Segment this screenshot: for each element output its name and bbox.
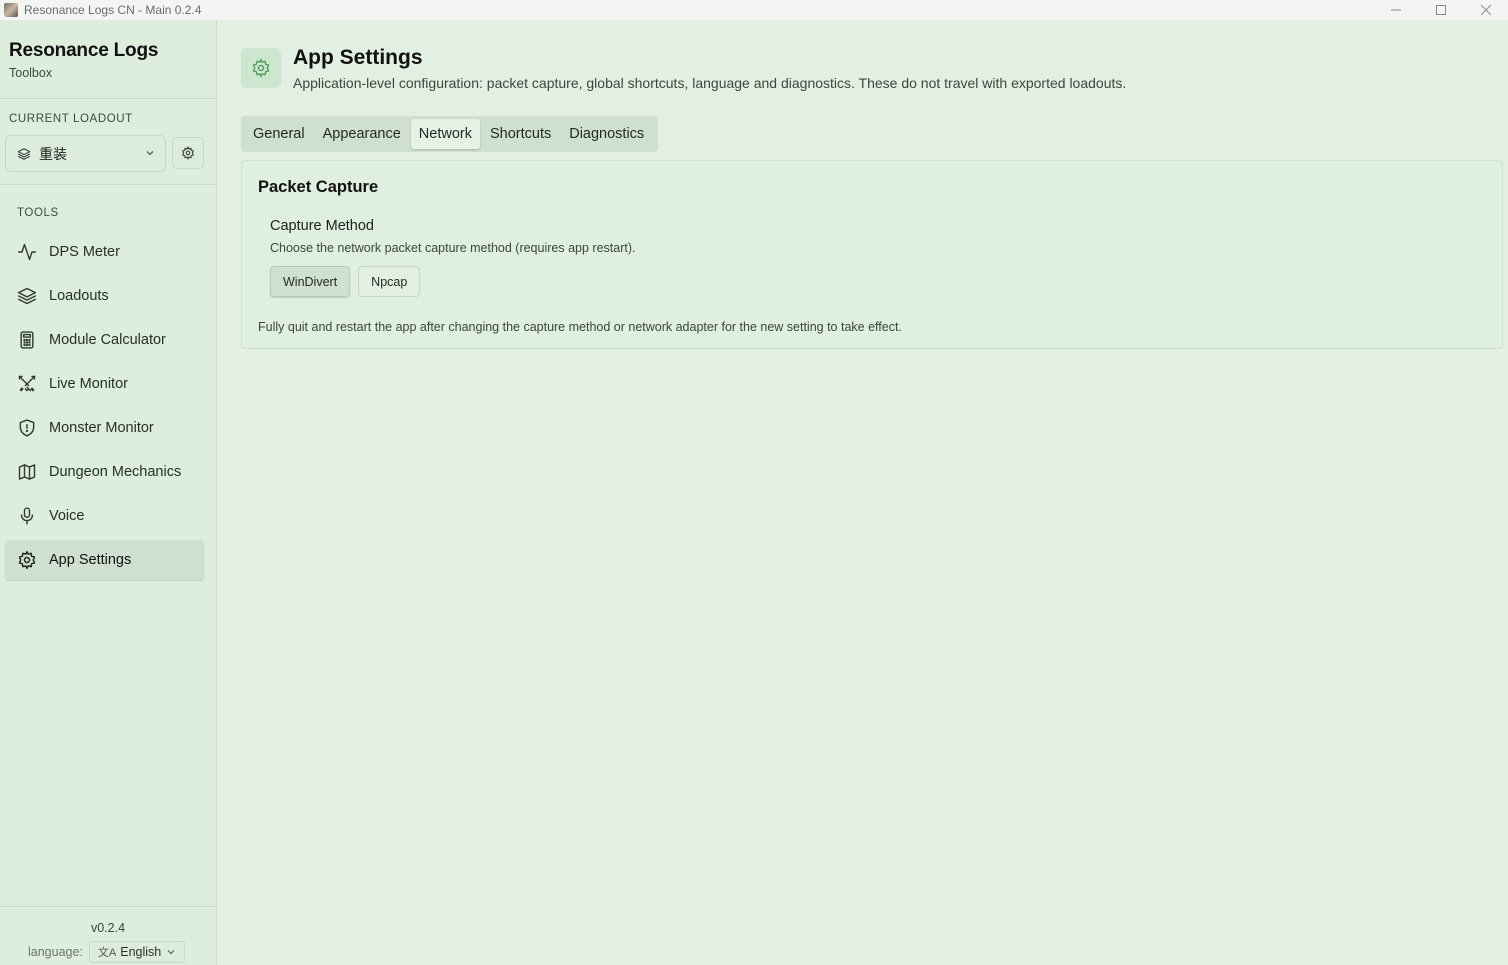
- loadout-value: 重装: [39, 145, 67, 162]
- app-icon: [4, 3, 18, 17]
- maximize-icon: [1435, 5, 1446, 15]
- sidebar-item-loadouts[interactable]: Loadouts: [5, 276, 204, 316]
- settings-tabs: General Appearance Network Shortcuts Dia…: [241, 116, 659, 152]
- sidebar-item-dungeon-mechanics[interactable]: Dungeon Mechanics: [5, 452, 204, 492]
- capture-method-help: Choose the network packet capture method…: [270, 241, 636, 255]
- sidebar-item-app-settings[interactable]: App Settings: [5, 540, 204, 580]
- activity-icon: [17, 242, 37, 262]
- tab-general[interactable]: General: [245, 119, 313, 149]
- sidebar-item-label: App Settings: [49, 552, 132, 568]
- sidebar-item-module-calculator[interactable]: Module Calculator: [5, 320, 204, 360]
- gear-icon: [252, 58, 270, 78]
- current-loadout-label: CURRENT LOADOUT: [9, 113, 133, 125]
- language-row: language: 文A English: [28, 941, 186, 963]
- packet-capture-card: Packet Capture Capture Method Choose the…: [241, 160, 1503, 349]
- sidebar-item-label: DPS Meter: [49, 244, 120, 260]
- sidebar-item-dps-meter[interactable]: DPS Meter: [5, 232, 204, 272]
- packet-capture-title: Packet Capture: [258, 178, 379, 196]
- sidebar-nav: DPS Meter Loadouts Module Calculator Liv…: [5, 232, 204, 584]
- tab-network[interactable]: Network: [410, 119, 480, 149]
- brand-subtitle: Toolbox: [9, 66, 53, 80]
- minimize-icon: [1390, 9, 1401, 11]
- brand-title: Resonance Logs: [9, 40, 159, 61]
- calculator-icon: [17, 330, 37, 350]
- sidebar-footer: v0.2.4 language: 文A English: [0, 906, 216, 965]
- sidebar-item-label: Dungeon Mechanics: [49, 464, 182, 480]
- close-button[interactable]: [1463, 0, 1508, 20]
- npcap-option-button[interactable]: Npcap: [358, 266, 421, 297]
- tab-shortcuts[interactable]: Shortcuts: [482, 119, 559, 149]
- settings-header-icon: [241, 48, 281, 88]
- sidebar-item-label: Loadouts: [49, 288, 109, 304]
- brand: Resonance Logs Toolbox: [0, 20, 216, 99]
- sidebar-item-live-monitor[interactable]: Live Monitor: [5, 364, 204, 404]
- sidebar-item-label: Monster Monitor: [49, 420, 154, 436]
- gear-icon: [182, 146, 194, 160]
- page-title: App Settings: [293, 46, 423, 69]
- close-icon: [1480, 4, 1491, 16]
- gear-icon: [17, 550, 37, 570]
- restart-note: Fully quit and restart the app after cha…: [258, 320, 902, 334]
- microphone-icon: [17, 506, 37, 526]
- minimize-button[interactable]: [1373, 0, 1418, 20]
- sidebar-item-monster-monitor[interactable]: Monster Monitor: [5, 408, 204, 448]
- language-select[interactable]: 文A English: [88, 941, 186, 963]
- layers-icon: [17, 286, 37, 306]
- loadout-settings-button[interactable]: [172, 137, 204, 169]
- shield-icon: [17, 418, 37, 438]
- maximize-button[interactable]: [1418, 0, 1463, 20]
- window-title: Resonance Logs CN - Main 0.2.4: [24, 3, 202, 17]
- language-label: language:: [28, 945, 83, 959]
- windivert-option-button[interactable]: WinDivert: [270, 266, 351, 297]
- sidebar: Resonance Logs Toolbox CURRENT LOADOUT 重…: [0, 20, 217, 965]
- sidebar-item-label: Live Monitor: [49, 376, 128, 392]
- chevron-down-icon: [167, 950, 175, 955]
- app-version: v0.2.4: [90, 921, 126, 935]
- swords-icon: [17, 374, 37, 394]
- window-titlebar: Resonance Logs CN - Main 0.2.4: [0, 0, 1508, 20]
- sidebar-item-voice[interactable]: Voice: [5, 496, 204, 536]
- page-description: Application-level configuration: packet …: [293, 75, 1127, 91]
- capture-method-label: Capture Method: [270, 218, 374, 234]
- sidebar-item-label: Voice: [49, 508, 85, 524]
- chevron-down-icon: [146, 151, 154, 156]
- translate-icon: 文A: [97, 947, 117, 959]
- sidebar-item-label: Module Calculator: [49, 332, 166, 348]
- tab-appearance[interactable]: Appearance: [315, 119, 409, 149]
- map-icon: [17, 462, 37, 482]
- sidebar-divider: [0, 184, 216, 185]
- layers-icon: [17, 147, 31, 160]
- tab-diagnostics[interactable]: Diagnostics: [561, 119, 652, 149]
- capture-method-options: WinDivert Npcap: [270, 266, 428, 297]
- loadout-select[interactable]: 重装: [5, 135, 166, 172]
- main-content: App Settings Application-level configura…: [217, 20, 1508, 965]
- window-controls: [1373, 0, 1508, 20]
- language-value: English: [120, 945, 162, 959]
- tools-label: TOOLS: [17, 207, 59, 219]
